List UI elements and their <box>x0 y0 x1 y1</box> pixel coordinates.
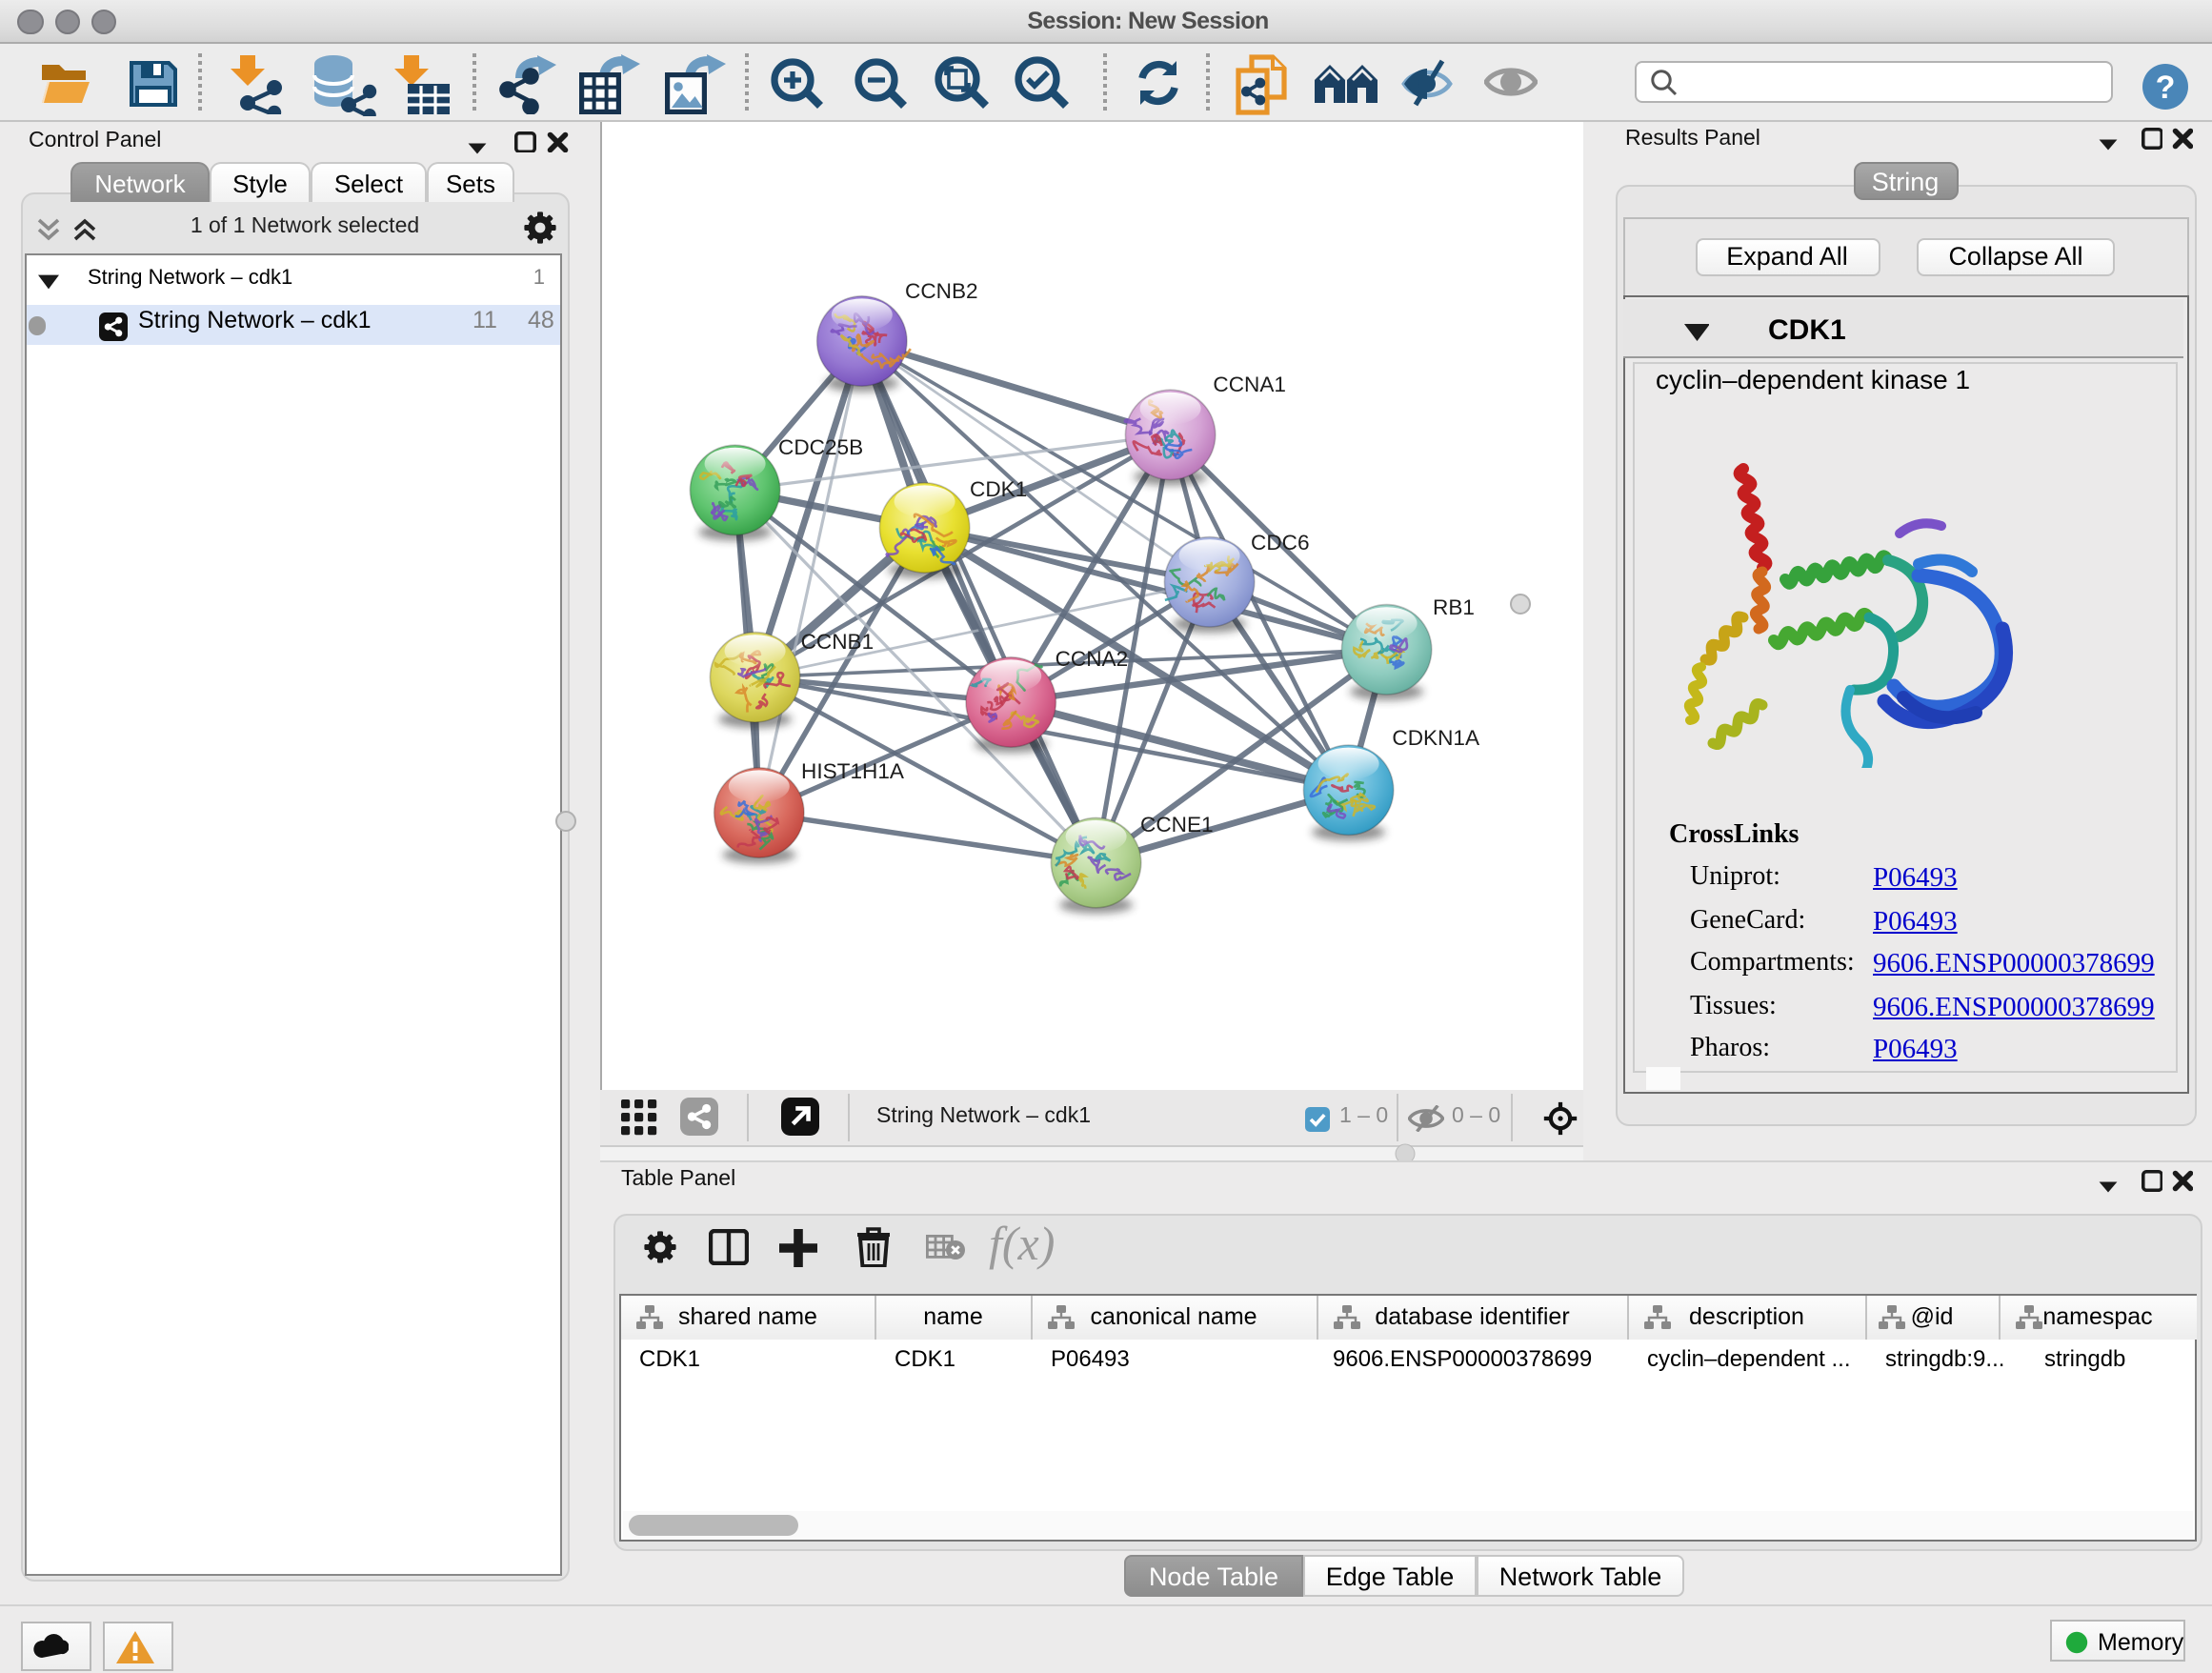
svg-text:HIST1H1A: HIST1H1A <box>801 758 905 782</box>
svg-text:CCNE1: CCNE1 <box>1140 812 1214 836</box>
svg-text:CCNA2: CCNA2 <box>1056 646 1129 670</box>
svg-text:CDK1: CDK1 <box>970 476 1027 500</box>
svg-text:CDKN1A: CDKN1A <box>1392 725 1480 749</box>
svg-text:RB1: RB1 <box>1433 595 1475 618</box>
svg-text:CCNB1: CCNB1 <box>801 629 875 653</box>
svg-text:CDC25B: CDC25B <box>778 434 863 458</box>
svg-text:CCNB2: CCNB2 <box>905 278 978 302</box>
svg-text:CCNA1: CCNA1 <box>1213 372 1286 395</box>
svg-text:?: ? <box>2156 70 2176 106</box>
svg-text:CDC6: CDC6 <box>1251 530 1310 554</box>
